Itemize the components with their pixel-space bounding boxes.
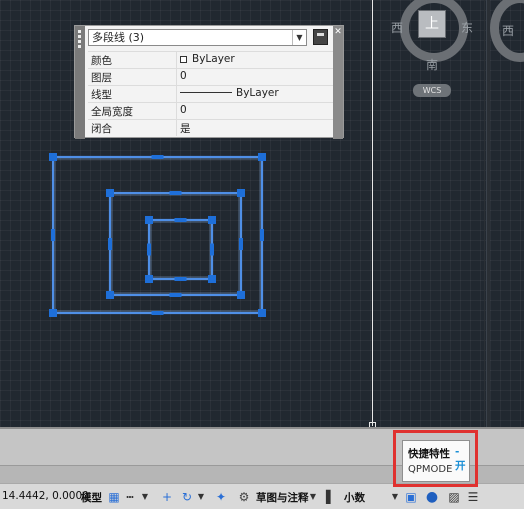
compass-south[interactable]: 南 <box>426 56 438 73</box>
polyline-highlight <box>54 158 261 312</box>
midpoint-grip[interactable] <box>174 277 187 281</box>
midpoint-grip[interactable] <box>169 293 182 297</box>
vertex-grip[interactable] <box>258 153 266 161</box>
chevron-down-icon: ▼ <box>292 30 306 45</box>
workspace-switcher[interactable]: 草图与注释 <box>256 490 309 505</box>
linetype-sample-icon <box>180 92 232 93</box>
snap-icon[interactable]: ┅ <box>123 490 137 504</box>
viewport-divider[interactable] <box>486 0 490 427</box>
object-type-value: 多段线 (3) <box>92 31 145 44</box>
gear-icon[interactable]: ⚙ <box>237 490 251 504</box>
color-swatch-icon <box>180 56 187 63</box>
property-value: 0 <box>180 70 187 82</box>
property-row-color[interactable]: 颜色 ByLayer <box>88 51 333 68</box>
viewport-separator <box>484 0 485 427</box>
property-row-layer[interactable]: 图层 0 <box>88 68 333 85</box>
property-label: 全局宽度 <box>91 106 133 118</box>
midpoint-grip[interactable] <box>151 155 164 159</box>
panel-drag-grip[interactable] <box>75 26 85 139</box>
coordinates-readout: 14.4442, 0.0000 <box>2 490 89 502</box>
vertex-grip[interactable] <box>145 216 153 224</box>
polyline-rectangle[interactable] <box>147 218 214 281</box>
compass-west[interactable]: 西 <box>391 19 403 36</box>
separator-icon: ▌ <box>326 490 336 504</box>
chevron-down-icon[interactable]: ▼ <box>140 490 150 504</box>
property-value: ByLayer <box>180 87 279 99</box>
chevron-down-icon[interactable]: ▼ <box>390 490 400 504</box>
menu-icon[interactable]: ☰ <box>466 490 480 504</box>
vertex-grip[interactable] <box>208 275 216 283</box>
property-value: 是 <box>180 123 191 135</box>
units-selector[interactable]: 小数 <box>344 490 365 505</box>
vertex-grip[interactable] <box>208 216 216 224</box>
object-type-dropdown[interactable]: 多段线 (3) ▼ <box>88 29 307 46</box>
property-row-closed[interactable]: 闭合 是 <box>88 119 333 136</box>
midpoint-grip[interactable] <box>174 218 187 222</box>
vertex-grip[interactable] <box>49 309 57 317</box>
isolate-objects-icon[interactable]: ● <box>424 490 440 504</box>
midpoint-grip[interactable] <box>151 311 164 315</box>
image-icon[interactable]: ▨ <box>447 490 461 504</box>
property-row-global-width[interactable]: 全局宽度 0 <box>88 102 333 119</box>
property-label: 图层 <box>91 72 112 84</box>
chevron-down-icon[interactable]: ▼ <box>196 490 206 504</box>
model-space-button[interactable]: 模型 <box>81 490 102 505</box>
midpoint-grip[interactable] <box>210 243 214 256</box>
polyline-highlight <box>150 221 211 278</box>
grid-icon[interactable]: ▦ <box>107 490 121 504</box>
compass-east[interactable]: 东 <box>461 19 473 36</box>
vertex-grip[interactable] <box>106 291 114 299</box>
vertex-grip[interactable] <box>258 309 266 317</box>
property-value: 0 <box>180 104 187 116</box>
vertex-grip[interactable] <box>106 189 114 197</box>
property-value: ByLayer <box>180 53 235 65</box>
vertex-grip[interactable] <box>49 153 57 161</box>
midpoint-grip[interactable] <box>239 238 243 250</box>
quick-properties-panel[interactable]: 多段线 (3) ▼ 颜色 ByLayer 图层 0 线型 ByLayer 全局宽… <box>74 25 344 139</box>
property-label: 线型 <box>91 89 112 101</box>
chevron-down-icon[interactable]: ▼ <box>308 490 318 504</box>
polyline-rectangle[interactable] <box>51 155 264 315</box>
midpoint-grip[interactable] <box>260 229 264 241</box>
midpoint-grip[interactable] <box>147 243 151 256</box>
viewcube-top-face[interactable]: 上 <box>418 10 446 38</box>
vertex-grip[interactable] <box>145 275 153 283</box>
close-icon[interactable]: ✕ <box>334 27 342 37</box>
highlight-annotation-box <box>393 430 478 487</box>
property-label: 颜色 <box>91 55 112 67</box>
property-row-linetype[interactable]: 线型 ByLayer <box>88 85 333 102</box>
compass-west-right[interactable]: 西 <box>502 22 514 39</box>
quick-select-icon[interactable] <box>313 29 328 45</box>
object-snap-icon[interactable]: ✦ <box>214 490 228 504</box>
polar-tracking-icon[interactable]: ↻ <box>180 490 194 504</box>
wcs-menu-button[interactable]: WCS <box>413 84 451 97</box>
vertex-grip[interactable] <box>237 189 245 197</box>
midpoint-grip[interactable] <box>51 229 55 241</box>
midpoint-grip[interactable] <box>108 238 112 250</box>
vertex-grip[interactable] <box>237 291 245 299</box>
panel-side-bar: ✕ <box>333 26 343 139</box>
property-label: 闭合 <box>91 123 112 135</box>
quick-properties-icon[interactable]: ▣ <box>405 490 417 504</box>
midpoint-grip[interactable] <box>169 191 182 195</box>
ortho-icon[interactable]: + <box>160 490 174 504</box>
